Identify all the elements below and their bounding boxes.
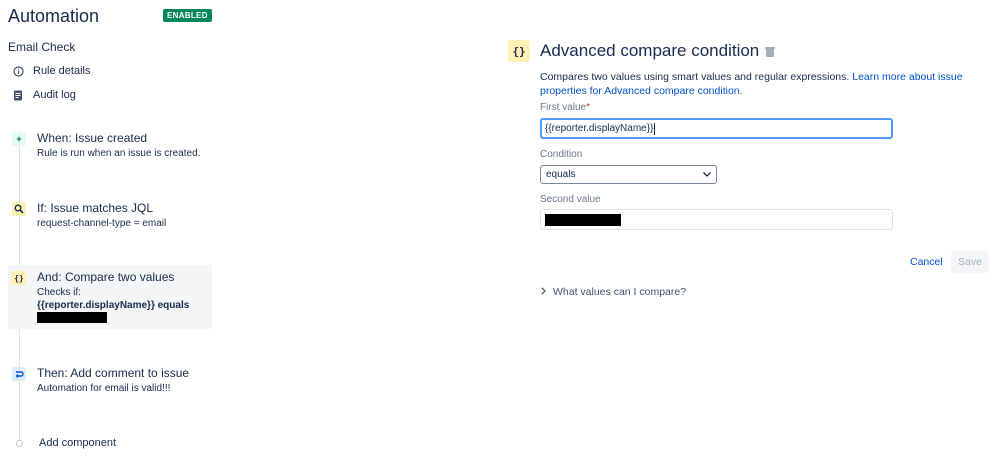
- step-description: Checks if: {{reporter.displayName}} equa…: [37, 286, 208, 327]
- redacted-value: [545, 213, 621, 226]
- first-value-input[interactable]: {{reporter.displayName}}: [540, 118, 893, 139]
- step-description: Automation for email is valid!!!: [37, 383, 171, 394]
- step-title: When: Issue created: [37, 131, 148, 145]
- add-component-dot-icon: [16, 439, 23, 447]
- page-title: Automation: [8, 6, 100, 26]
- condition-select[interactable]: equals: [540, 165, 717, 184]
- info-icon: [12, 65, 24, 77]
- trash-icon[interactable]: [765, 46, 776, 57]
- condition-selected-value: equals: [546, 169, 576, 180]
- chevron-right-icon: [541, 287, 546, 297]
- braces-icon: {}: [508, 40, 530, 62]
- add-component-label: Add component: [39, 437, 117, 449]
- panel-title: Advanced compare condition: [540, 41, 776, 61]
- audit-log-label: Audit log: [33, 89, 76, 101]
- panel-title-text: Advanced compare condition: [540, 41, 760, 60]
- cancel-button[interactable]: Cancel: [902, 251, 951, 273]
- step-title: If: Issue matches JQL: [37, 201, 154, 215]
- add-component-button[interactable]: Add component: [8, 437, 116, 449]
- disclosure-label: What values can I compare?: [553, 286, 687, 298]
- second-value-label: Second value: [540, 194, 601, 205]
- first-value-text: {{reporter.displayName}}: [545, 123, 654, 134]
- text-caret: [654, 122, 656, 135]
- step-description-prefix: Checks if:: [37, 287, 81, 298]
- step-description: request-channel-type = email: [37, 218, 167, 229]
- panel-description: Compares two values using smart values a…: [540, 70, 970, 98]
- step-compare-values[interactable]: {} And: Compare two values Checks if: {{…: [8, 265, 212, 329]
- plus-icon: +: [12, 132, 26, 146]
- description-text: Compares two values using smart values a…: [540, 71, 850, 83]
- redacted-value: [37, 312, 107, 323]
- braces-icon: {}: [12, 271, 26, 285]
- rule-details-link[interactable]: Rule details: [12, 65, 90, 77]
- step-description-bold: {{reporter.displayName}} equals: [37, 300, 190, 311]
- rule-details-label: Rule details: [33, 65, 91, 77]
- step-trigger[interactable]: + When: Issue created Rule is run when a…: [8, 126, 212, 166]
- step-condition-jql[interactable]: If: Issue matches JQL request-channel-ty…: [8, 196, 212, 236]
- step-title: And: Compare two values: [37, 270, 175, 284]
- step-action-comment[interactable]: Then: Add comment to issue Automation fo…: [8, 361, 212, 401]
- save-button[interactable]: Save: [951, 251, 989, 273]
- second-value-input[interactable]: [540, 209, 893, 230]
- first-value-label: First value*: [540, 102, 590, 113]
- first-value-label-text: First value: [540, 102, 587, 113]
- comment-icon: [12, 367, 26, 381]
- search-icon: [12, 202, 26, 216]
- chevron-down-icon: [703, 170, 711, 179]
- required-mark: *: [586, 102, 591, 113]
- step-description: Rule is run when an issue is created.: [37, 148, 201, 159]
- audit-log-link[interactable]: Audit log: [12, 89, 76, 101]
- document-icon: [12, 89, 24, 101]
- condition-label: Condition: [540, 149, 583, 160]
- step-title: Then: Add comment to issue: [37, 366, 190, 380]
- status-badge: ENABLED: [163, 9, 212, 22]
- what-values-disclosure[interactable]: What values can I compare?: [541, 286, 686, 298]
- rule-name: Email Check: [8, 40, 76, 54]
